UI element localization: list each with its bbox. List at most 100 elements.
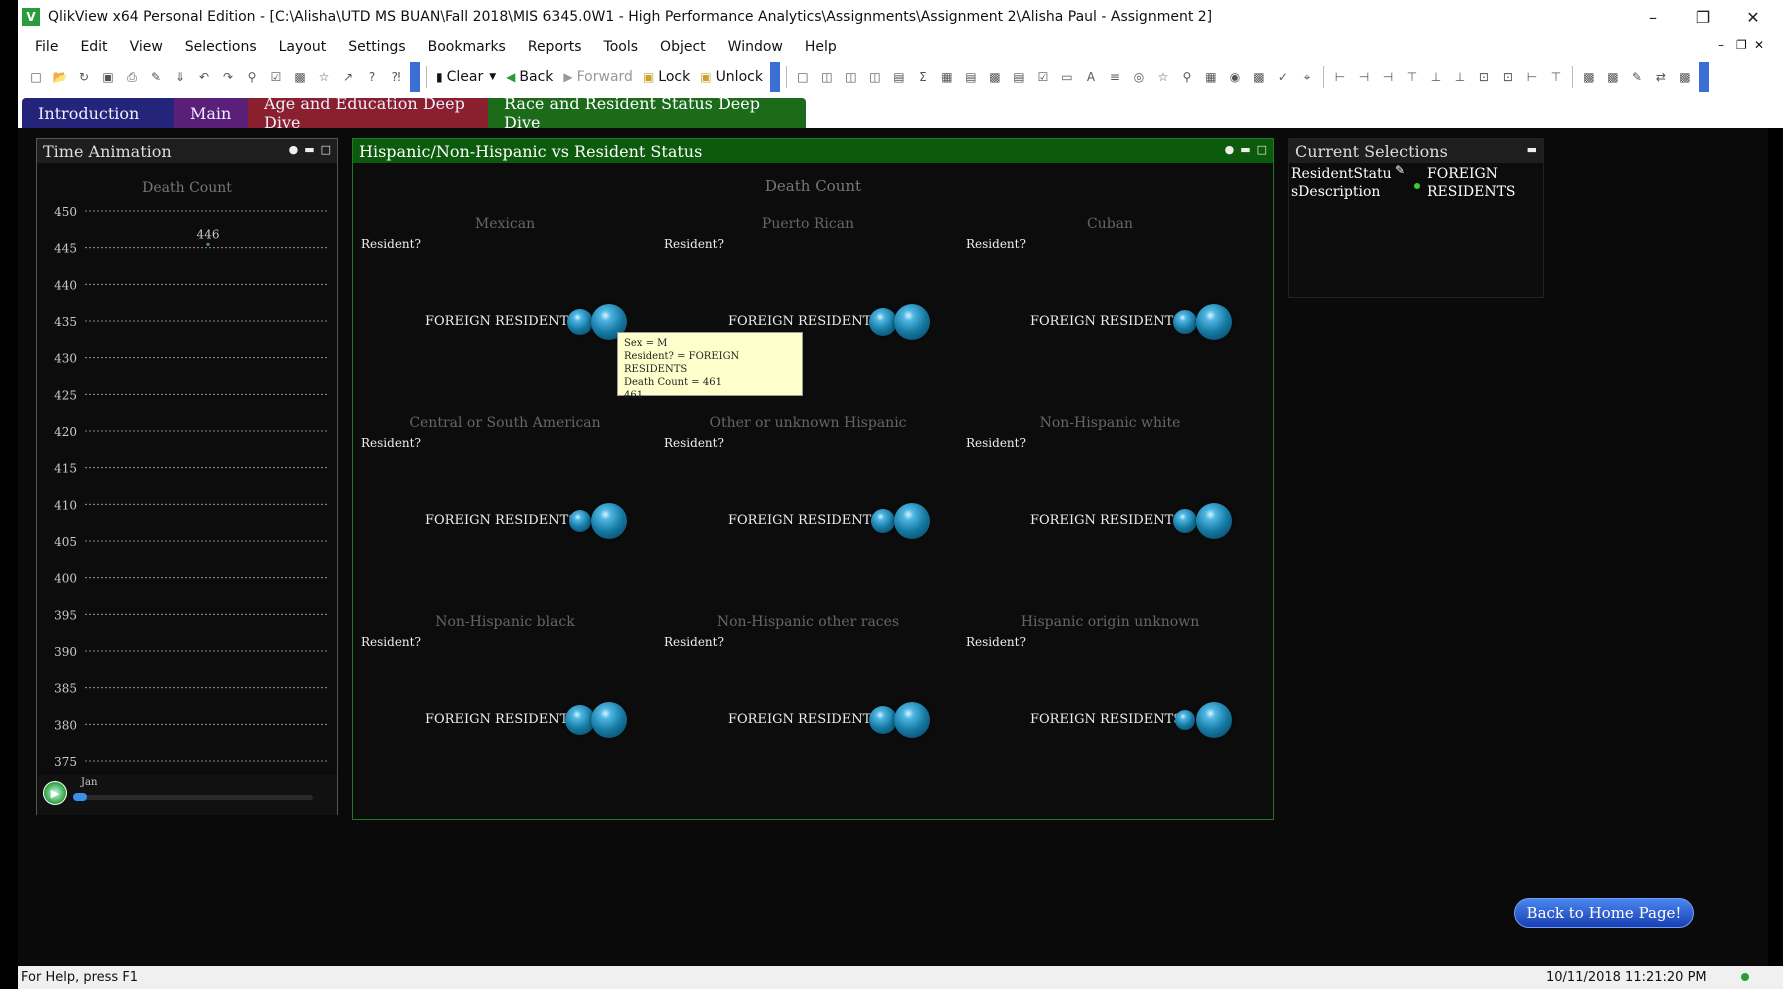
- bubble-male[interactable]: [1196, 702, 1232, 738]
- mdi-restore-icon[interactable]: ❐: [1736, 38, 1747, 52]
- save-icon[interactable]: ▣: [97, 66, 119, 88]
- server-icon[interactable]: ▩: [1578, 66, 1600, 88]
- menu-reports[interactable]: Reports: [517, 39, 593, 55]
- menu-layout[interactable]: Layout: [268, 39, 338, 55]
- lock-button[interactable]: ▣ Lock: [638, 65, 695, 89]
- maximize-icon[interactable]: □: [1257, 143, 1267, 156]
- minimize-icon[interactable]: ▬: [1240, 143, 1250, 156]
- export-icon[interactable]: ↗: [337, 66, 359, 88]
- play-button[interactable]: ▶: [43, 781, 67, 805]
- align-icon[interactable]: ⌖: [1296, 66, 1318, 88]
- multibox-icon[interactable]: ▤: [960, 66, 982, 88]
- menu-object[interactable]: Object: [649, 39, 717, 55]
- space-horizontal-icon[interactable]: ⊡: [1473, 66, 1495, 88]
- reload-icon[interactable]: ↻: [73, 66, 95, 88]
- close-button[interactable]: ✕: [1728, 0, 1778, 34]
- current-selections-box-icon[interactable]: ☑: [1032, 66, 1054, 88]
- minimize-icon[interactable]: ▬: [1527, 143, 1537, 156]
- tab-main[interactable]: Main: [174, 98, 248, 128]
- report-editor-icon[interactable]: ▩: [1248, 66, 1270, 88]
- bookmark-icon[interactable]: ☆: [313, 66, 335, 88]
- user-preferences-icon[interactable]: ◫: [864, 66, 886, 88]
- text-object-icon[interactable]: A: [1080, 66, 1102, 88]
- custom-object-icon[interactable]: ◉: [1224, 66, 1246, 88]
- sheet-properties-icon[interactable]: ◫: [816, 66, 838, 88]
- forward-button[interactable]: ▶ Forward: [558, 65, 638, 89]
- align-middle-icon[interactable]: ⊥: [1425, 66, 1447, 88]
- redo-icon[interactable]: ↷: [217, 66, 239, 88]
- animation-slider-thumb[interactable]: [73, 793, 87, 801]
- toolbar-overflow-icon[interactable]: [410, 62, 420, 92]
- bubble-male[interactable]: [894, 702, 930, 738]
- unlock-button[interactable]: ▣ Unlock: [695, 65, 768, 89]
- search-icon[interactable]: ⚲: [241, 66, 263, 88]
- slider-icon[interactable]: ◎: [1128, 66, 1150, 88]
- selection-icon[interactable]: ☑: [265, 66, 287, 88]
- animation-slider-track[interactable]: [73, 795, 313, 800]
- chart-object-icon[interactable]: ▩: [984, 66, 1006, 88]
- bookmark-object-icon[interactable]: ☆: [1152, 66, 1174, 88]
- search-object-icon[interactable]: ⚲: [1176, 66, 1198, 88]
- design-grid-icon[interactable]: ✓: [1272, 66, 1294, 88]
- pin-icon[interactable]: ●: [1225, 143, 1235, 156]
- toolbar-overflow-icon[interactable]: [769, 62, 780, 92]
- bubble-male[interactable]: [591, 702, 627, 738]
- tab-race-and-resident-status[interactable]: Race and Resident Status Deep Dive: [488, 94, 806, 132]
- open-server-icon[interactable]: ▩: [1602, 66, 1624, 88]
- data-point[interactable]: [206, 242, 210, 246]
- align-top-icon[interactable]: ⊤: [1401, 66, 1423, 88]
- bubble-male[interactable]: [1196, 304, 1232, 340]
- menu-file[interactable]: File: [24, 39, 69, 55]
- bubble-female[interactable]: [1173, 310, 1197, 334]
- bubble-female[interactable]: [1175, 710, 1195, 730]
- menu-bookmarks[interactable]: Bookmarks: [417, 39, 517, 55]
- bubble-female[interactable]: [569, 510, 591, 532]
- mdi-close-icon[interactable]: ✕: [1754, 38, 1764, 52]
- bubble-male[interactable]: [591, 503, 627, 539]
- line-arrow-icon[interactable]: ≡: [1104, 66, 1126, 88]
- restore-button[interactable]: ❐: [1678, 0, 1728, 34]
- container-icon[interactable]: ▦: [1200, 66, 1222, 88]
- back-to-home-button[interactable]: Back to Home Page!: [1514, 898, 1694, 928]
- menu-help[interactable]: Help: [794, 39, 848, 55]
- menu-window[interactable]: Window: [717, 39, 794, 55]
- tab-age-and-education[interactable]: Age and Education Deep Dive: [248, 94, 488, 132]
- bubble-female[interactable]: [869, 308, 897, 336]
- print-icon[interactable]: ⎙: [121, 66, 143, 88]
- bubble-male[interactable]: [1196, 503, 1232, 539]
- menu-selections[interactable]: Selections: [174, 39, 268, 55]
- undo-icon[interactable]: ↶: [193, 66, 215, 88]
- menu-view[interactable]: View: [119, 39, 174, 55]
- help-icon[interactable]: ?: [361, 66, 383, 88]
- bubble-female[interactable]: [1173, 509, 1197, 533]
- menu-settings[interactable]: Settings: [337, 39, 416, 55]
- align-left-icon[interactable]: ⊢: [1329, 66, 1351, 88]
- reload-data-icon[interactable]: ⇓: [169, 66, 191, 88]
- bubble-male[interactable]: [894, 503, 930, 539]
- listbox-icon[interactable]: ▤: [888, 66, 910, 88]
- table-box-icon[interactable]: ▦: [936, 66, 958, 88]
- same-height-icon[interactable]: ⊤: [1545, 66, 1567, 88]
- align-right-icon[interactable]: ⊣: [1377, 66, 1399, 88]
- share-icon[interactable]: ▩: [1674, 66, 1696, 88]
- tab-order-icon[interactable]: ⇄: [1650, 66, 1672, 88]
- minimize-button[interactable]: –: [1628, 0, 1678, 34]
- mdi-minimize-icon[interactable]: –: [1718, 38, 1724, 52]
- align-center-icon[interactable]: ⊣: [1353, 66, 1375, 88]
- bubble-female[interactable]: [871, 509, 895, 533]
- context-help-icon[interactable]: ⁈: [385, 66, 407, 88]
- clear-button[interactable]: ▮ Clear ▼: [431, 65, 501, 89]
- pin-icon[interactable]: ●: [289, 143, 299, 156]
- same-width-icon[interactable]: ⊢: [1521, 66, 1543, 88]
- chart-icon[interactable]: ▩: [289, 66, 311, 88]
- bubble-female[interactable]: [869, 706, 897, 734]
- menu-edit[interactable]: Edit: [69, 39, 118, 55]
- input-box-icon[interactable]: ▤: [1008, 66, 1030, 88]
- open-icon[interactable]: 📂: [49, 66, 71, 88]
- align-bottom-icon[interactable]: ⊥: [1449, 66, 1471, 88]
- menu-tools[interactable]: Tools: [593, 39, 650, 55]
- edit-script-icon[interactable]: ✎: [145, 66, 167, 88]
- maximize-icon[interactable]: □: [321, 143, 331, 156]
- tab-introduction[interactable]: Introduction: [22, 98, 174, 128]
- space-vertical-icon[interactable]: ⊡: [1497, 66, 1519, 88]
